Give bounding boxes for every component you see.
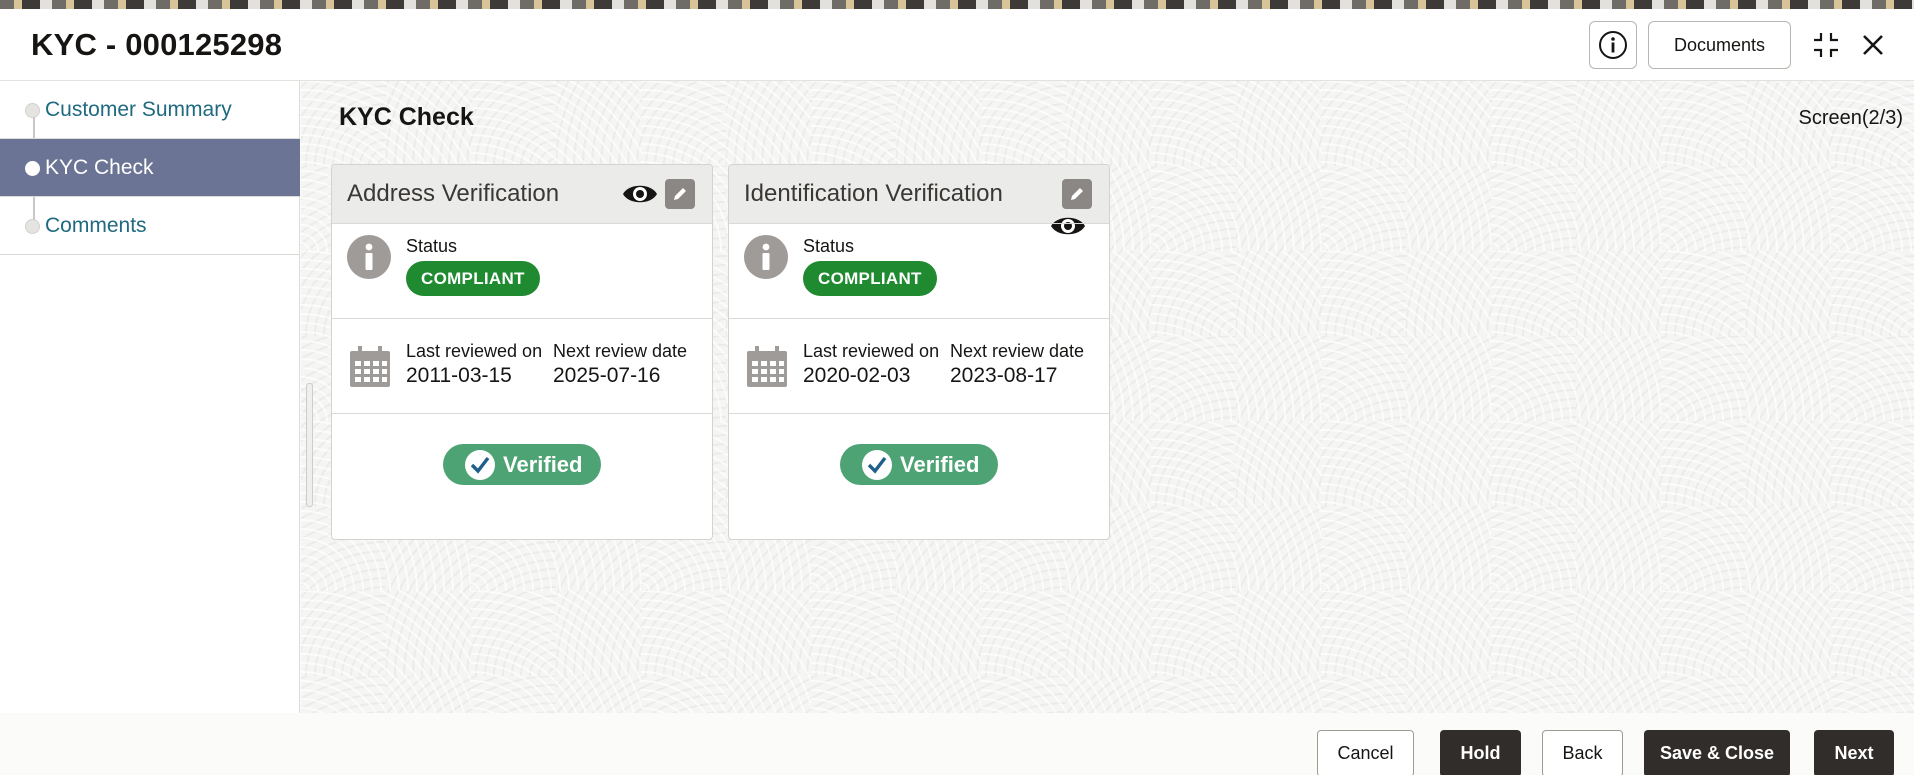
- address-verification-card: Address Verification Status COMPLIANT La…: [331, 164, 713, 540]
- step-dot: [25, 103, 40, 118]
- info-icon: [1599, 31, 1627, 59]
- identification-verification-card: Identification Verification Status COMPL…: [728, 164, 1110, 540]
- eye-icon[interactable]: [622, 181, 658, 207]
- status-label: Status: [803, 236, 855, 256]
- sidebar: Customer Summary KYC Check Comments: [0, 81, 300, 713]
- verified-label: Verified: [503, 451, 583, 477]
- save-close-button[interactable]: Save & Close: [1644, 730, 1790, 775]
- sidebar-item-label: Comments: [45, 213, 147, 237]
- cancel-button[interactable]: Cancel: [1317, 730, 1414, 775]
- card-title: Address Verification: [347, 180, 560, 207]
- next-review-value: 2023-08-17: [950, 364, 1058, 387]
- next-button[interactable]: Next: [1814, 730, 1894, 775]
- pencil-icon: [1071, 188, 1083, 200]
- maximize-icon: [1814, 33, 1838, 57]
- status-section: Status COMPLIANT: [332, 223, 712, 318]
- step-dot: [25, 219, 40, 234]
- main-content: KYC Check Screen(2/3) Address Verificati…: [301, 81, 1914, 713]
- status-badge: COMPLIANT: [406, 261, 540, 296]
- maximize-button[interactable]: [1808, 27, 1844, 63]
- info-button[interactable]: [1589, 21, 1637, 69]
- dialog-title: KYC - 000125298: [31, 27, 283, 62]
- checkmark-icon: [465, 449, 495, 480]
- sidebar-item-comments[interactable]: Comments: [0, 197, 300, 255]
- verified-badge: Verified: [443, 444, 601, 485]
- dialog-header: KYC - 000125298 Documents: [0, 9, 1914, 81]
- checkmark-icon: [862, 449, 892, 480]
- edit-button[interactable]: [1062, 179, 1092, 209]
- calendar-icon: [747, 346, 787, 387]
- close-button[interactable]: [1855, 27, 1891, 63]
- edit-button[interactable]: [665, 179, 695, 209]
- last-reviewed-label: Last reviewed on: [803, 341, 940, 361]
- review-dates-section: Last reviewed on Next review date 2020-0…: [729, 318, 1109, 413]
- verification-section: Verified: [332, 413, 712, 539]
- background-strip: [0, 0, 1914, 9]
- next-review-label: Next review date: [950, 341, 1085, 361]
- last-reviewed-value: 2020-02-03: [803, 364, 911, 387]
- verified-label: Verified: [900, 451, 980, 477]
- screen-indicator: Screen(2/3): [1798, 107, 1904, 129]
- hold-button[interactable]: Hold: [1440, 730, 1521, 775]
- sidebar-item-customer-summary[interactable]: Customer Summary: [0, 81, 300, 139]
- card-header: Address Verification: [332, 165, 712, 223]
- close-icon: [1863, 35, 1883, 55]
- step-dot: [25, 161, 40, 176]
- sidebar-item-kyc-check[interactable]: KYC Check: [0, 139, 300, 197]
- status-badge: COMPLIANT: [803, 261, 937, 296]
- status-section: Status COMPLIANT: [729, 223, 1109, 318]
- page-title: KYC Check: [339, 103, 474, 131]
- info-icon: [744, 235, 788, 279]
- scrollbar[interactable]: [306, 383, 313, 507]
- last-reviewed-value: 2011-03-15: [406, 364, 512, 387]
- documents-button[interactable]: Documents: [1648, 21, 1791, 69]
- verification-section: Verified: [729, 413, 1109, 539]
- kyc-dialog: KYC - 000125298 Documents Customer Summa…: [0, 9, 1914, 775]
- pencil-icon: [674, 188, 686, 200]
- calendar-icon: [350, 346, 390, 387]
- review-dates-section: Last reviewed on Next review date 2011-0…: [332, 318, 712, 413]
- status-label: Status: [406, 236, 458, 256]
- card-title: Identification Verification: [744, 180, 1003, 207]
- verified-badge: Verified: [840, 444, 998, 485]
- next-review-value: 2025-07-16: [553, 364, 661, 387]
- back-button[interactable]: Back: [1542, 730, 1623, 775]
- sidebar-item-label: Customer Summary: [45, 97, 232, 121]
- last-reviewed-label: Last reviewed on: [406, 341, 543, 361]
- sidebar-item-label: KYC Check: [45, 155, 154, 179]
- next-review-label: Next review date: [553, 341, 688, 361]
- info-icon: [347, 235, 391, 279]
- dialog-footer: Cancel Hold Back Save & Close Next: [0, 713, 1914, 775]
